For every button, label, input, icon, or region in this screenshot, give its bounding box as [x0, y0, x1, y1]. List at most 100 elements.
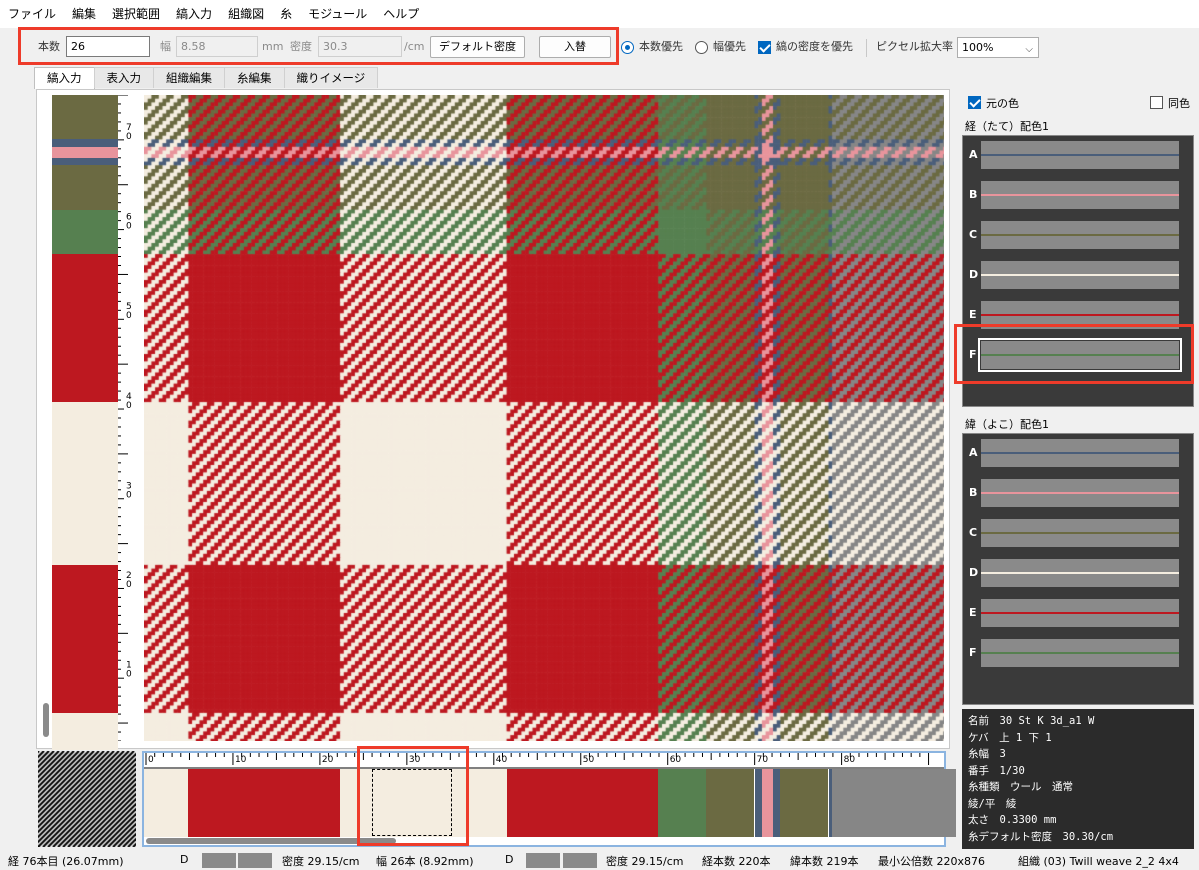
count-label: 本数	[38, 40, 60, 53]
weft-stripe-band[interactable]	[506, 769, 659, 837]
warp-stripe-band[interactable]	[52, 564, 118, 713]
palette-row-c[interactable]: C	[963, 216, 1193, 254]
vertical-scroll-thumb[interactable]	[43, 703, 49, 737]
horizontal-scroll-thumb[interactable]	[146, 838, 396, 844]
palette-letter: D	[969, 268, 979, 281]
palette-swatch[interactable]	[981, 639, 1179, 667]
palette-swatch[interactable]	[981, 141, 1179, 169]
density-label: 密度	[290, 40, 312, 53]
palette-swatch[interactable]	[981, 599, 1179, 627]
tab-yarn-edit[interactable]: 糸編集	[224, 67, 285, 88]
palette-letter: D	[969, 566, 979, 579]
palette-swatch[interactable]	[981, 479, 1179, 507]
weft-stripe-band[interactable]	[144, 769, 189, 837]
warp-stripe-band[interactable]	[52, 712, 118, 750]
weft-stripe-band[interactable]	[780, 769, 829, 837]
palette-row-a[interactable]: A	[963, 136, 1193, 174]
weft-stripe-band[interactable]	[761, 769, 773, 837]
weft-stripe-band[interactable]	[773, 769, 781, 837]
palette-row-e[interactable]: E	[963, 594, 1193, 632]
menu-weave-diagram[interactable]: 組織図	[220, 0, 272, 28]
default-density-button[interactable]: デフォルト密度	[430, 36, 525, 58]
palette-swatch[interactable]	[981, 181, 1179, 209]
stripe-density-checkbox[interactable]	[758, 40, 771, 54]
weft-stripe-band[interactable]	[658, 769, 707, 837]
warp-stripe-strip[interactable]	[52, 95, 118, 750]
status-density2: 密度 29.15/cm	[606, 855, 684, 868]
warp-stripe-band[interactable]	[52, 402, 118, 565]
tab-table-input[interactable]: 表入力	[93, 67, 154, 88]
menu-stripe-input[interactable]: 縞入力	[168, 0, 220, 28]
warp-stripe-band[interactable]	[52, 139, 118, 147]
palette-swatch[interactable]	[978, 338, 1182, 372]
yarn-thread	[981, 274, 1179, 276]
palette-row-e[interactable]: E	[963, 296, 1193, 334]
tab-weave-image[interactable]: 織りイメージ	[283, 67, 379, 88]
menu-module[interactable]: モジュール	[300, 0, 375, 28]
palette-row-f[interactable]: F	[963, 634, 1193, 672]
warp-stripe-band[interactable]	[52, 157, 118, 166]
vertical-scrollbar[interactable]	[40, 95, 52, 741]
density-input[interactable]: 30.3	[318, 36, 402, 57]
original-color-checkbox[interactable]	[968, 95, 981, 109]
palette-row-b[interactable]: B	[963, 176, 1193, 214]
info-line: 番手 1/30	[968, 764, 1025, 777]
ruler-label: 30	[409, 755, 421, 765]
palette-letter: F	[969, 348, 977, 361]
palette-swatch[interactable]	[981, 439, 1179, 467]
warp-stripe-band[interactable]	[52, 254, 118, 403]
weft-stripe-band[interactable]	[754, 769, 762, 837]
weft-stripe-panel[interactable]: 0 10 20 30 40 50 60 70 80	[142, 751, 981, 847]
ruler-label: 0	[126, 401, 132, 411]
yarn-thread	[981, 314, 1179, 316]
swap-button[interactable]: 入替	[539, 36, 611, 58]
palette-letter: E	[969, 606, 977, 619]
palette-row-d[interactable]: D	[963, 256, 1193, 294]
selection-marquee[interactable]	[372, 769, 452, 836]
density-unit: /cm	[404, 40, 425, 53]
palette-swatch[interactable]	[981, 519, 1179, 547]
tab-weave-edit[interactable]: 組織編集	[153, 67, 225, 88]
menu-file[interactable]: ファイル	[0, 0, 64, 28]
width-unit: mm	[262, 40, 284, 53]
palette-row-c[interactable]: C	[963, 514, 1193, 552]
ruler-label: 40	[496, 755, 508, 765]
palette-swatch[interactable]	[981, 261, 1179, 289]
warp-stripe-band[interactable]	[52, 95, 118, 140]
palette-row-f[interactable]: F	[963, 336, 1193, 374]
palette-swatch[interactable]	[981, 221, 1179, 249]
palette-swatch[interactable]	[981, 301, 1179, 329]
vertical-ruler: 70605040302010	[118, 95, 134, 741]
menu-yarn[interactable]: 糸	[272, 0, 300, 28]
weft-stripe-band[interactable]	[188, 769, 341, 837]
palette-row-b[interactable]: B	[963, 474, 1193, 512]
yarn-thread	[981, 154, 1179, 156]
palette-row-d[interactable]: D	[963, 554, 1193, 592]
fabric-preview[interactable]	[144, 95, 944, 741]
radio-width-priority[interactable]	[695, 40, 708, 54]
weft-stripe-band[interactable]	[706, 769, 755, 837]
menu-edit[interactable]: 編集	[64, 0, 104, 28]
pixel-zoom-select[interactable]: 100% ⌵	[957, 37, 1039, 58]
pixel-zoom-label: ピクセル拡大率	[876, 40, 953, 53]
menu-selection[interactable]: 選択範囲	[104, 0, 168, 28]
weave-pattern-preview	[38, 751, 136, 847]
warp-palette: A B C D E F	[962, 135, 1194, 407]
palette-row-a[interactable]: A	[963, 434, 1193, 472]
yarn-thread	[981, 492, 1179, 494]
warp-stripe-band[interactable]	[52, 209, 118, 255]
palette-swatch[interactable]	[981, 559, 1179, 587]
palette-letter: A	[969, 446, 978, 459]
tab-stripe-input[interactable]: 縞入力	[34, 67, 95, 89]
stripe-density-label: 縞の密度を優先	[776, 40, 853, 53]
radio-width-priority-label: 幅優先	[713, 40, 746, 53]
warp-stripe-band[interactable]	[52, 146, 118, 158]
radio-dot-icon	[621, 40, 634, 54]
warp-stripe-band[interactable]	[52, 165, 118, 210]
count-input[interactable]: 26	[66, 36, 150, 57]
menu-help[interactable]: ヘルプ	[375, 0, 427, 28]
same-color-checkbox[interactable]	[1150, 95, 1163, 109]
weft-stripe-strip[interactable]	[144, 769, 981, 837]
radio-count-priority[interactable]	[621, 40, 634, 54]
width-input[interactable]: 8.58	[176, 36, 258, 57]
